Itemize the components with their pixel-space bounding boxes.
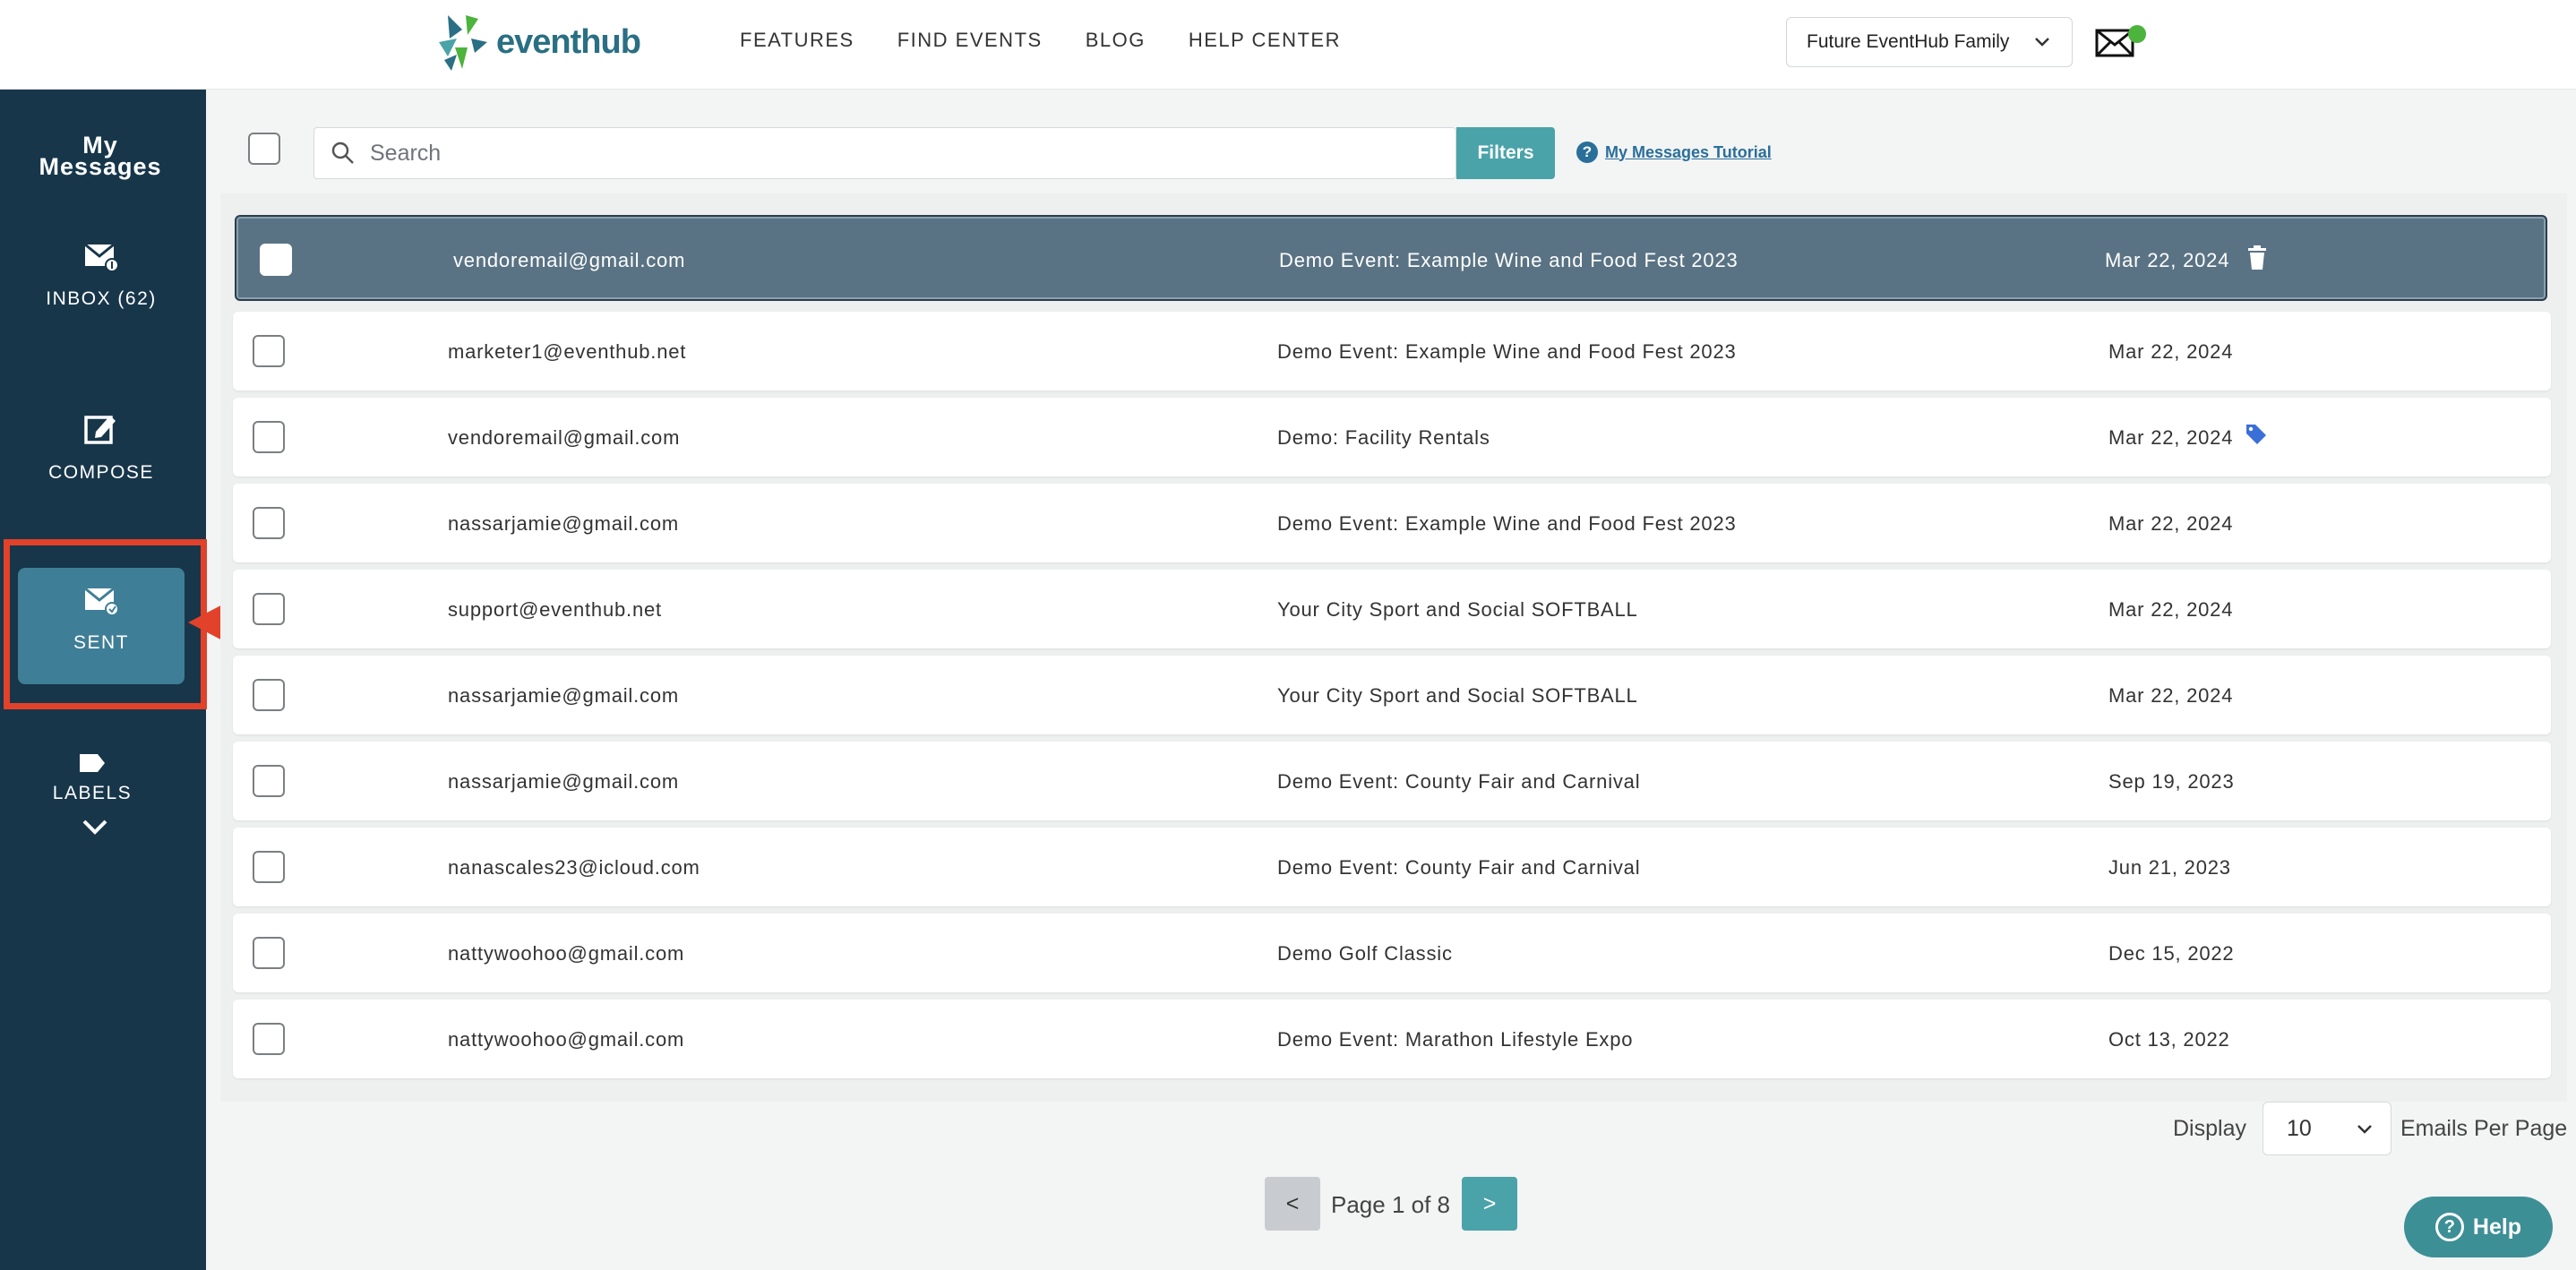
message-subject: Demo Event: County Fair and Carnival [1277,856,1641,879]
message-row[interactable]: support@eventhub.net Your City Sport and… [233,570,2551,648]
row-checkbox[interactable] [253,421,285,453]
row-checkbox[interactable] [253,593,285,625]
message-subject: Demo: Facility Rentals [1277,426,1490,449]
sidebar-title-line2: Messages [39,153,162,180]
message-date: Dec 15, 2022 [2108,942,2235,965]
select-all-checkbox[interactable] [248,133,280,165]
tutorial-link[interactable]: My Messages Tutorial [1605,143,1772,162]
message-from: nassarjamie@gmail.com [448,770,679,793]
message-from: nanascales23@icloud.com [448,856,700,879]
row-checkbox[interactable] [253,851,285,883]
message-row[interactable]: nanascales23@icloud.com Demo Event: Coun… [233,828,2551,906]
nav-features[interactable]: FEATURES [740,29,854,52]
message-row[interactable]: nassarjamie@gmail.com Your City Sport an… [233,656,2551,734]
message-subject: Your City Sport and Social SOFTBALL [1277,598,1638,621]
message-date: Sep 19, 2023 [2108,770,2235,793]
row-checkbox[interactable] [253,335,285,367]
nav-find-events[interactable]: FIND EVENTS [897,29,1043,52]
search-input[interactable] [370,140,1427,167]
compose-icon [84,416,116,444]
row-checkbox[interactable] [253,765,285,797]
message-date: Mar 22, 2024 [2108,684,2234,707]
message-row[interactable]: nassarjamie@gmail.com Demo Event: Exampl… [233,484,2551,562]
row-checkbox[interactable] [253,507,285,539]
tag-icon [2246,425,2266,444]
nav-blog[interactable]: BLOG [1086,29,1146,52]
message-from: marketer1@eventhub.net [448,340,687,363]
message-date: Mar 22, 2024 [2108,512,2234,535]
logo-text: eventhub [496,22,641,61]
message-from: nassarjamie@gmail.com [448,684,679,707]
inbox-icon [84,243,119,272]
message-subject: Demo Event: County Fair and Carnival [1277,770,1641,793]
message-date: Jun 21, 2023 [2108,856,2231,879]
sidebar-item-compose[interactable]: COMPOSE [18,405,185,521]
message-date: Mar 22, 2024 [2105,249,2230,271]
message-row[interactable]: vendoremail@gmail.com Demo Event: Exampl… [235,215,2547,301]
message-row[interactable]: nattywoohoo@gmail.com Demo Golf Classic … [233,914,2551,992]
search-icon [331,142,354,164]
message-from: vendoremail@gmail.com [448,426,681,449]
sidebar-label-labels: LABELS [52,783,133,803]
row-checkbox[interactable] [253,679,285,711]
previous-page-button[interactable]: < [1265,1177,1320,1231]
account-dropdown[interactable]: Future EventHub Family [1786,17,2073,67]
message-row[interactable]: nassarjamie@gmail.com Demo Event: County… [233,742,2551,820]
message-date: Mar 22, 2024 [2108,598,2234,621]
top-navbar: eventhub FEATURES FIND EVENTS BLOG HELP … [0,0,2576,90]
sidebar-item-labels[interactable]: LABELS [9,752,176,869]
chevron-down-icon [2035,38,2049,47]
notification-dot [2128,25,2146,43]
label-icon [80,754,105,772]
question-icon: ? [1576,142,1598,163]
message-date: Mar 22, 2024 [2108,426,2234,449]
message-row[interactable]: marketer1@eventhub.net Demo Event: Examp… [233,312,2551,390]
row-checkbox[interactable] [260,244,292,276]
message-subject: Demo Golf Classic [1277,942,1453,965]
chevron-down-icon[interactable] [81,817,109,837]
sidebar-label-inbox: INBOX (62) [46,288,157,309]
eventhub-logo[interactable]: eventhub [435,11,641,73]
message-from: vendoremail@gmail.com [453,249,686,271]
per-page-label: Emails Per Page [2400,1116,2568,1141]
account-name: Future EventHub Family [1807,31,2010,52]
chevron-down-icon [2357,1125,2372,1134]
next-page-button[interactable]: > [1462,1177,1517,1231]
message-date: Oct 13, 2022 [2108,1028,2230,1051]
message-from: support@eventhub.net [448,598,662,621]
sidebar-label-compose: COMPOSE [48,462,154,483]
eventhub-logo-icon [439,15,487,71]
message-from: nassarjamie@gmail.com [448,512,679,535]
message-subject: Demo Event: Marathon Lifestyle Expo [1277,1028,1634,1051]
message-row[interactable]: nattywoohoo@gmail.com Demo Event: Marath… [233,1000,2551,1078]
per-page-select[interactable]: 10 [2263,1102,2391,1155]
message-from: nattywoohoo@gmail.com [448,1028,685,1051]
nav-help-center[interactable]: HELP CENTER [1189,29,1341,52]
main-nav: FEATURES FIND EVENTS BLOG HELP CENTER [740,29,1341,52]
help-button[interactable]: ? Help [2404,1197,2553,1257]
row-checkbox[interactable] [253,937,285,969]
search-box[interactable] [313,127,1456,179]
message-from: nattywoohoo@gmail.com [448,942,685,965]
sidebar-item-inbox[interactable]: INBOX (62) [18,233,185,349]
tutorial-link-group[interactable]: ? My Messages Tutorial [1576,142,1772,163]
message-subject: Demo Event: Example Wine and Food Fest 2… [1277,340,1737,363]
message-subject: Demo Event: Example Wine and Food Fest 2… [1279,249,1739,271]
message-row[interactable]: vendoremail@gmail.com Demo: Facility Ren… [233,398,2551,476]
help-label: Help [2472,1214,2522,1240]
filters-button[interactable]: Filters [1456,127,1555,179]
sidebar-title: My Messages [0,133,201,180]
trash-icon[interactable] [2246,245,2268,270]
per-page-value: 10 [2287,1115,2312,1141]
message-date: Mar 22, 2024 [2108,340,2234,363]
message-subject: Demo Event: Example Wine and Food Fest 2… [1277,512,1737,535]
page-indicator: Page 1 of 8 [1331,1191,1450,1218]
question-icon: ? [2434,1213,2464,1241]
row-checkbox[interactable] [253,1023,285,1055]
display-label: Display [2173,1116,2246,1141]
message-subject: Your City Sport and Social SOFTBALL [1277,684,1638,707]
highlight-box [4,539,207,709]
